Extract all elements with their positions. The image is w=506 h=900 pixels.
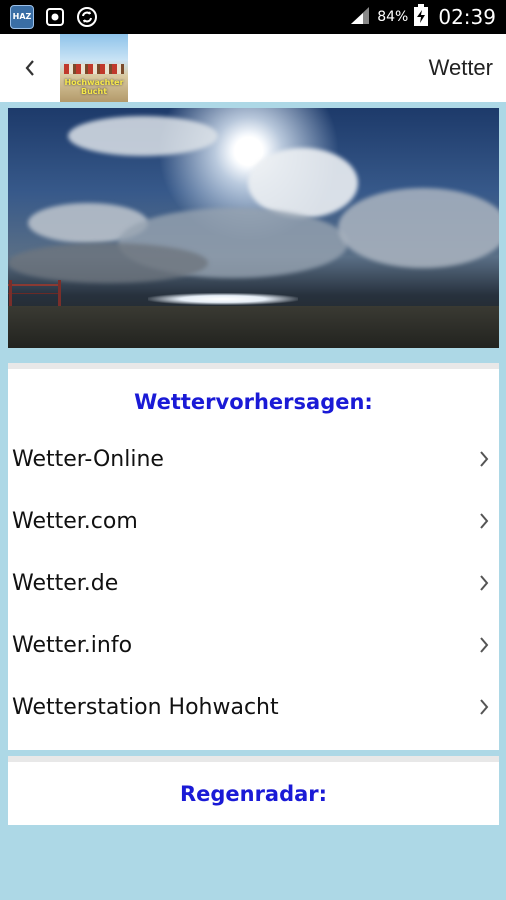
- sync-icon: [76, 6, 98, 28]
- list-item-label: Wetterstation Hohwacht: [12, 694, 279, 720]
- list-item-label: Wetter-Online: [12, 446, 164, 472]
- status-bar-system: 84% 02:39: [349, 4, 496, 30]
- chevron-right-icon: [477, 635, 491, 655]
- radar-heading: Regenradar:: [179, 782, 328, 806]
- chevron-left-icon: [25, 60, 34, 76]
- screenshot-icon: [44, 6, 66, 28]
- logo-houses: [64, 64, 124, 74]
- chevron-right-icon: [477, 511, 491, 531]
- forecast-item-wetter-online[interactable]: Wetter-Online: [8, 428, 499, 490]
- chevron-right-icon: [477, 697, 491, 717]
- forecast-item-wetter-com[interactable]: Wetter.com: [8, 490, 499, 552]
- list-item-label: Wetter.info: [12, 632, 133, 658]
- beach-volleyball-net: [8, 284, 60, 294]
- status-bar-notifications: HAZ: [10, 5, 98, 29]
- weather-header-image: [8, 108, 499, 348]
- logo-text: Hochwachter Bucht: [60, 78, 128, 96]
- forecast-card: Wettervorhersagen: Wetter-Online Wetter.…: [8, 363, 499, 750]
- signal-icon: [349, 5, 371, 29]
- forecast-heading: Wettervorhersagen:: [134, 390, 373, 414]
- list-item-label: Wetter.com: [12, 508, 138, 534]
- radar-card: Regenradar:: [8, 756, 499, 825]
- logo-text-line1: Hochwachter: [64, 78, 124, 87]
- chevron-right-icon: [477, 449, 491, 469]
- clock: 02:39: [438, 5, 496, 29]
- battery-charging-icon: [414, 4, 429, 30]
- forecast-item-wetter-info[interactable]: Wetter.info: [8, 614, 499, 676]
- status-bar: HAZ 84% 02:39: [0, 0, 506, 34]
- haz-app-icon: HAZ: [10, 5, 34, 29]
- chevron-right-icon: [477, 573, 491, 593]
- forecast-list: Wetter-Online Wetter.com Wetter.de Wette…: [8, 428, 499, 738]
- battery-percent: 84%: [377, 9, 409, 25]
- list-item-label: Wetter.de: [12, 570, 119, 596]
- page-title: Wetter: [428, 55, 493, 80]
- app-logo: Hochwachter Bucht: [60, 34, 128, 102]
- forecast-item-wetter-de[interactable]: Wetter.de: [8, 552, 499, 614]
- action-bar: Hochwachter Bucht Wetter: [0, 34, 506, 102]
- logo-text-line2: Bucht: [80, 87, 108, 96]
- back-button[interactable]: [0, 34, 60, 102]
- forecast-item-wetterstation-hohwacht[interactable]: Wetterstation Hohwacht: [8, 676, 499, 738]
